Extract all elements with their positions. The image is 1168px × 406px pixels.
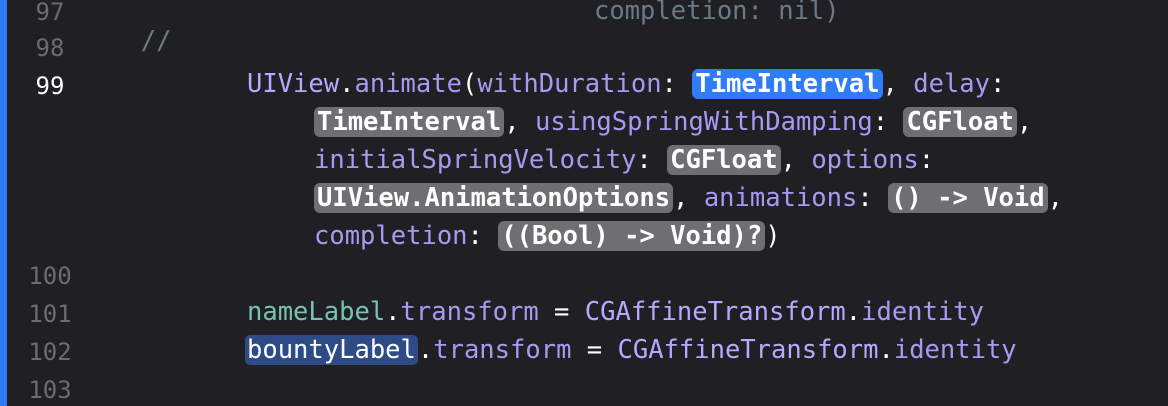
method-animate: animate [354,69,462,99]
line-number-99: 99 [35,72,65,100]
placeholder-duration[interactable]: TimeInterval [692,69,883,99]
dot: . [845,297,862,327]
comma: , [1047,183,1063,213]
line-number-98: 98 [35,34,65,62]
prop-transform: transform [433,335,572,365]
code-line-99-row4[interactable]: UIView.AnimationOptions, animations: () … [314,183,1063,213]
code-line-99-row2[interactable]: TimeInterval, usingSpringWithDamping: CG… [314,107,1032,137]
comma: , [882,69,914,99]
comma: , [504,107,535,137]
dot: . [385,297,401,327]
placeholder-animations[interactable]: () -> Void [888,183,1048,213]
colon: : [989,69,1006,99]
type-cgaffinetransform: CGAffineTransform [617,335,879,365]
line-number-102: 102 [28,338,72,366]
code-line-99-row3[interactable]: initialSpringVelocity: CGFloat, options: [314,145,934,175]
dot: . [417,335,434,365]
comma: , [673,183,704,213]
param-usingSpringWithDamping: usingSpringWithDamping [534,107,873,137]
placeholder-options[interactable]: UIView.AnimationOptions [314,183,674,213]
open-paren: ( [461,69,478,99]
placeholder-damping[interactable]: CGFloat [903,107,1017,137]
param-completion: completion [314,221,468,251]
line-number-97: 97 [35,0,65,26]
code-line-101[interactable]: nameLabel.transform = CGAffineTransform.… [247,297,984,327]
param-initialSpringVelocity: initialSpringVelocity [314,145,637,175]
param-animations: animations [703,183,858,213]
colon: : [918,145,935,175]
type-cgaffinetransform: CGAffineTransform [584,297,846,327]
type-uiview: UIView [247,69,340,99]
prop-transform: transform [400,297,539,327]
param-withDuration: withDuration [477,69,662,99]
prop-identity: identity [861,297,984,327]
code-line-99-row1[interactable]: UIView.animate(withDuration: TimeInterva… [247,69,1005,99]
dot: . [878,335,894,365]
code-line-97[interactable]: // [110,0,172,56]
line-number-103: 103 [28,376,72,404]
var-bountyLabel-highlighted[interactable]: bountyLabel [245,335,418,365]
colon: : [857,183,889,213]
change-indicator-bar [0,0,7,406]
placeholder-velocity[interactable]: CGFloat [667,145,781,175]
comma: , [1016,107,1033,137]
colon: : [872,107,904,137]
equals: = [538,297,585,327]
colon: : [636,145,668,175]
comment-slash: // [140,26,172,56]
line-number-100: 100 [28,262,72,290]
placeholder-completion[interactable]: ((Bool) -> Void)? [498,221,766,251]
colon: : [661,69,693,99]
colon: : [467,221,499,251]
code-line-97-text: completion: nil) [594,0,840,26]
param-options: options [811,145,919,175]
var-nameLabel: nameLabel [247,297,386,327]
placeholder-delay[interactable]: TimeInterval [314,107,505,137]
code-line-102[interactable]: bountyLabel.transform = CGAffineTransfor… [245,335,1017,365]
dot: . [339,69,355,99]
prop-identity: identity [893,335,1017,365]
comma: , [780,145,812,175]
line-number-101: 101 [28,300,72,328]
code-line-99-row5[interactable]: completion: ((Bool) -> Void)?) [314,221,781,251]
param-delay: delay [913,69,990,99]
equals: = [571,335,618,365]
close-paren: ) [765,221,781,251]
